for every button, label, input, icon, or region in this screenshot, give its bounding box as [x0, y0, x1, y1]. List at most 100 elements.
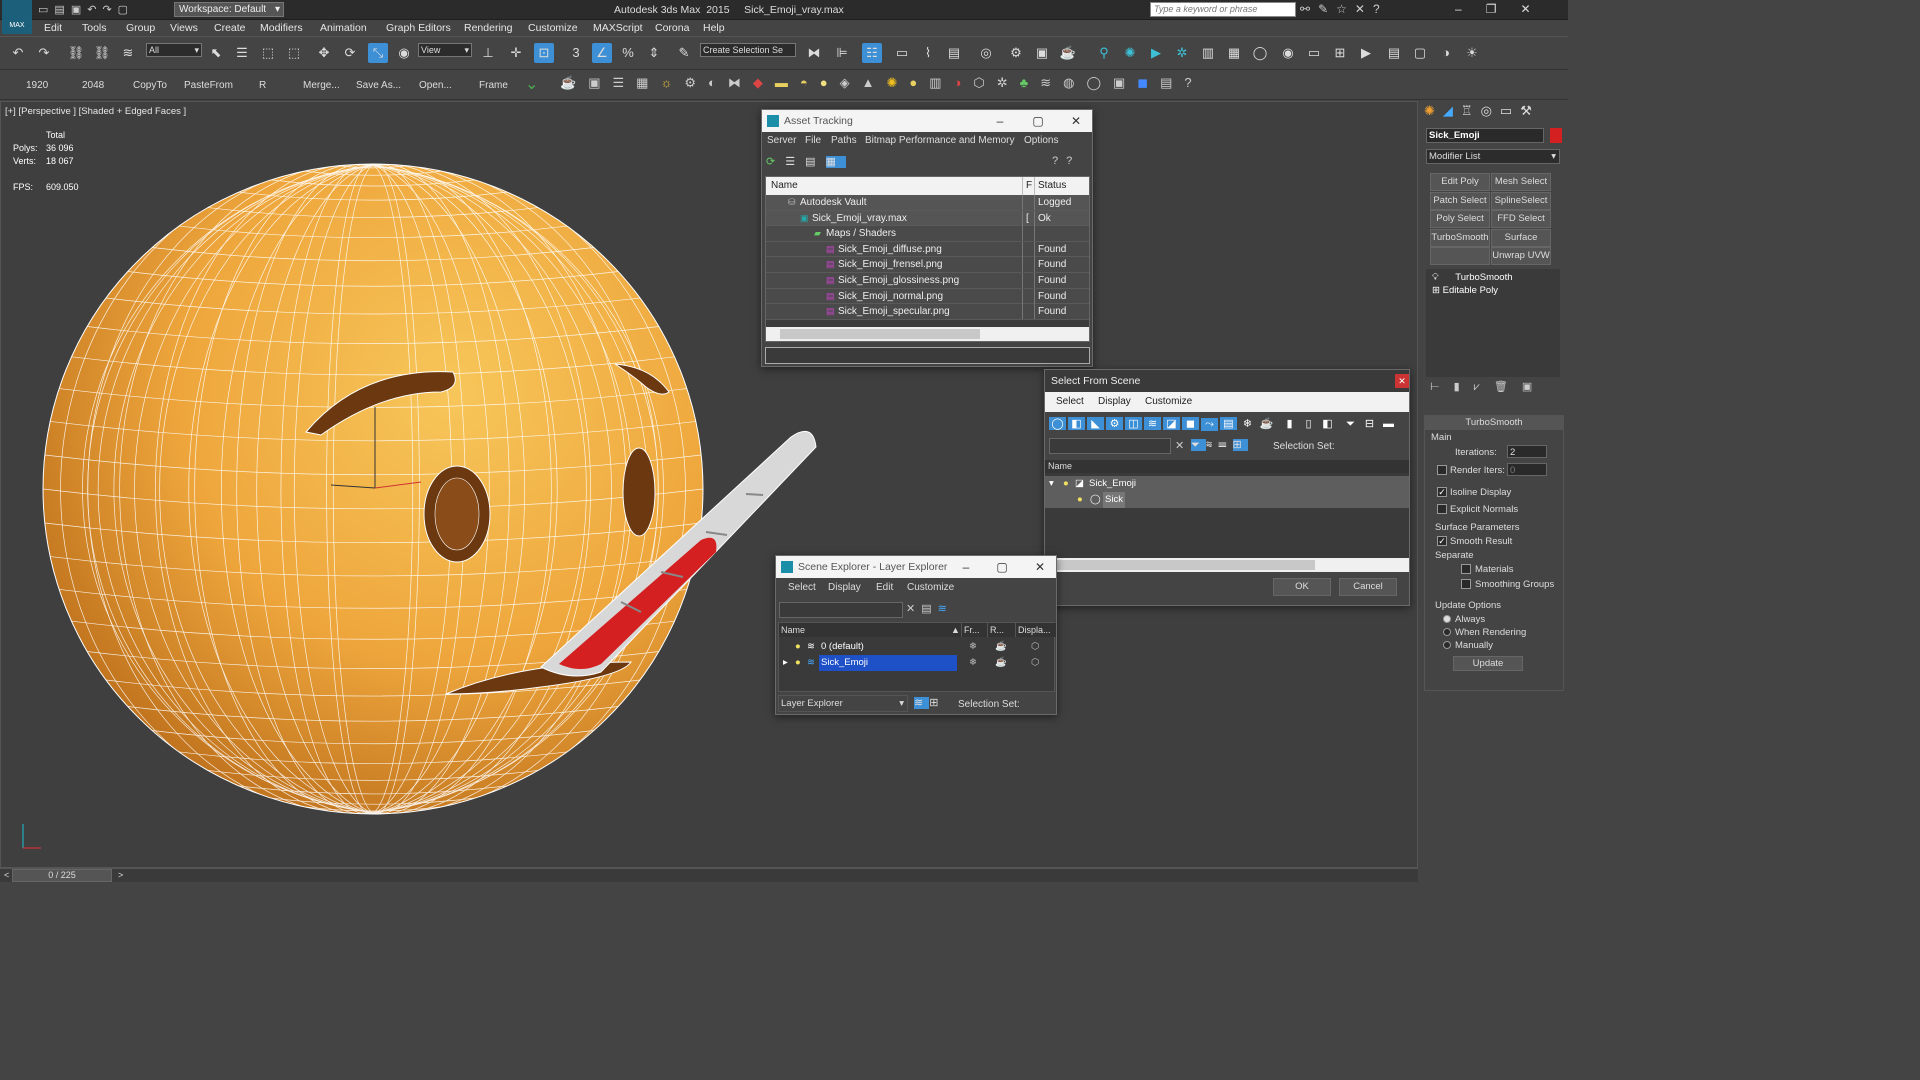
select-by-name-icon[interactable]: ☰ — [232, 43, 252, 63]
explorer-type-dropdown[interactable]: Layer Explorer ▾ — [778, 695, 908, 712]
sphere-icon[interactable]: ◯ — [1250, 43, 1270, 63]
motion-tab-icon[interactable]: ◎ — [1481, 103, 1500, 118]
hierarchy-icon[interactable]: ⊞ — [1232, 439, 1248, 451]
spot-light-icon[interactable]: ▲ — [862, 75, 887, 90]
moon-icon[interactable]: ◐ — [708, 75, 728, 90]
time-slider-prev-icon[interactable]: < — [4, 870, 9, 880]
always-radio[interactable] — [1443, 615, 1451, 623]
asset-tracking-titlebar[interactable]: Asset Tracking – ▢ ✕ — [762, 110, 1092, 132]
keyboard-shortcut-icon[interactable]: ⊡ — [534, 43, 554, 63]
layers-icon[interactable]: ≋ — [914, 697, 930, 709]
menu-create[interactable]: Create — [214, 22, 246, 34]
table-row[interactable]: ▤ Sick_Emoji_frensel.png Found — [766, 257, 1089, 273]
displacement-icon[interactable]: ◑ — [954, 75, 974, 90]
table-row[interactable]: ▤ Sick_Emoji_glossiness.png Found — [766, 273, 1089, 289]
ref-coord-dropdown[interactable]: View ▾ — [418, 43, 472, 57]
mirror-icon[interactable]: ⧓ — [728, 75, 753, 90]
table-row[interactable]: ▣ Sick_Emoji_vray.max [Ok — [766, 210, 1089, 227]
stack-item-turbosmooth[interactable]: 💡︎ TurboSmooth — [1432, 272, 1513, 283]
explicit-normals-checkbox[interactable] — [1437, 504, 1447, 514]
camera-icon[interactable]: ▶ — [1146, 43, 1166, 63]
tb2-item-save-as[interactable]: Save As... — [356, 80, 401, 91]
table-row[interactable]: ▤ Sick_Emoji_diffuse.png Found — [766, 241, 1089, 258]
pivot-icon[interactable]: ⊥ — [478, 43, 498, 63]
minimize-icon[interactable]: – — [990, 110, 1010, 132]
filter-frozen-icon[interactable]: ❄ — [1239, 417, 1256, 430]
sun-light-icon[interactable]: ✺ — [886, 75, 909, 90]
when-rendering-radio[interactable] — [1443, 628, 1451, 636]
display-box-icon[interactable]: ⬡ — [1031, 655, 1039, 671]
clear-search-icon[interactable]: ✕ — [906, 603, 921, 615]
poly-select-button[interactable]: Poly Select — [1430, 210, 1490, 228]
edit-poly-button[interactable]: Edit Poly — [1430, 173, 1490, 191]
export-icon[interactable]: ▤ — [1160, 75, 1184, 90]
expand-plus-icon[interactable]: ⊞ — [1432, 285, 1440, 296]
make-unique-icon[interactable]: ⩗ — [1474, 381, 1494, 393]
rotate-icon[interactable]: ⟳ — [340, 43, 360, 63]
close-icon[interactable]: ✕ — [1395, 374, 1409, 388]
close-icon[interactable]: ✕ — [1030, 556, 1050, 578]
tb2-item-2048[interactable]: 2048 — [82, 80, 104, 91]
render-frame-icon[interactable]: ▣ — [1032, 43, 1052, 63]
menu-modifiers[interactable]: Modifiers — [260, 22, 303, 34]
bind-spacewarp-icon[interactable]: ≋ — [118, 43, 138, 63]
iterations-spinner[interactable]: 2 — [1507, 445, 1547, 458]
col-f-header[interactable]: F — [1022, 177, 1032, 195]
smoothing-groups-checkbox[interactable] — [1461, 579, 1471, 589]
new-layer-icon[interactable]: ▤ — [921, 603, 937, 615]
menu-customize[interactable]: Customize — [1145, 392, 1192, 412]
maximize-icon[interactable]: ▢ — [1028, 110, 1048, 132]
video-icon[interactable]: ▶ — [1356, 43, 1376, 63]
modify-tab-icon[interactable]: ◢ — [1443, 103, 1461, 118]
place-icon[interactable]: ◉ — [394, 43, 414, 63]
spinner-snap-icon[interactable]: ⇕ — [644, 43, 664, 63]
named-selection-dropdown[interactable]: Create Selection Se — [700, 43, 796, 57]
menu-graph-editors[interactable]: Graph Editors — [386, 22, 451, 34]
col-frozen-header[interactable]: Fr... — [961, 623, 980, 637]
list-icon[interactable]: ☰ — [612, 75, 636, 90]
patch-select-button[interactable]: Patch Select — [1430, 192, 1490, 210]
box-icon[interactable]: ▤ — [1384, 43, 1404, 63]
light-icon[interactable]: ⚲ — [1094, 43, 1114, 63]
menu-help[interactable]: Help — [703, 22, 725, 34]
empty-slot-button[interactable] — [1430, 247, 1490, 265]
render-setup-icon[interactable]: ⚙ — [1006, 43, 1026, 63]
menu-display[interactable]: Display — [1098, 392, 1131, 412]
filter-spacewarps-icon[interactable]: ≋ — [1144, 417, 1161, 430]
material-editor-icon[interactable]: ◎ — [976, 43, 996, 63]
bulb-icon[interactable]: 💡︎ — [1432, 272, 1439, 283]
menu-file[interactable]: File — [805, 132, 821, 150]
filter-geometry-icon[interactable]: ◯ — [1049, 417, 1066, 430]
surface-select-button[interactable]: Surface Select — [1491, 229, 1551, 259]
manipulate-icon[interactable]: ✛ — [506, 43, 526, 63]
teapot-icon[interactable]: ☕ — [560, 75, 588, 90]
filter-xrefs-icon[interactable]: ◼ — [1182, 417, 1199, 430]
menu-maxscript[interactable]: MAXScript — [593, 22, 643, 34]
bulb-icon[interactable]: ☀ — [1462, 43, 1482, 63]
close-icon[interactable]: ✕ — [1066, 110, 1086, 132]
unlink-icon[interactable]: ⛓ — [92, 43, 112, 63]
fur-icon[interactable]: ▥ — [929, 75, 953, 90]
bulb-icon[interactable]: ● — [795, 639, 801, 655]
ribbon-icon[interactable]: ▭ — [892, 43, 912, 63]
layer-row-sick-emoji[interactable]: ▸ ● ≋ Sick_Emoji ❄ ☕ ⬡ — [779, 655, 1056, 671]
update-button[interactable]: Update — [1453, 656, 1523, 671]
turbosmooth-button[interactable]: TurboSmooth — [1430, 229, 1490, 247]
selection-filter-dropdown[interactable]: All ▾ — [146, 43, 202, 57]
menu-views[interactable]: Views — [170, 22, 198, 34]
expand-chevron-icon[interactable]: ⌄ — [525, 74, 538, 94]
filter-cameras-icon[interactable]: ⚙ — [1106, 417, 1123, 430]
scroll-thumb[interactable] — [780, 329, 980, 339]
col-status-header[interactable]: Status — [1034, 177, 1066, 195]
select-invert-icon[interactable]: ◧ — [1319, 417, 1336, 430]
menu-options[interactable]: Options — [1024, 132, 1058, 150]
manually-radio[interactable] — [1443, 641, 1451, 649]
menu-edit[interactable]: Edit — [876, 578, 893, 598]
refresh-icon[interactable]: ⟳ — [766, 156, 785, 168]
show-end-result-icon[interactable]: ▮ — [1454, 381, 1474, 393]
ies-light-icon[interactable]: ● — [909, 75, 929, 90]
scroll-thumb[interactable] — [1057, 560, 1315, 570]
hierarchy-icon[interactable]: ⊞ — [929, 697, 944, 709]
render-iters-spinner[interactable]: 0 — [1507, 463, 1547, 476]
help-circle-icon[interactable]: ? — [1184, 75, 1203, 90]
